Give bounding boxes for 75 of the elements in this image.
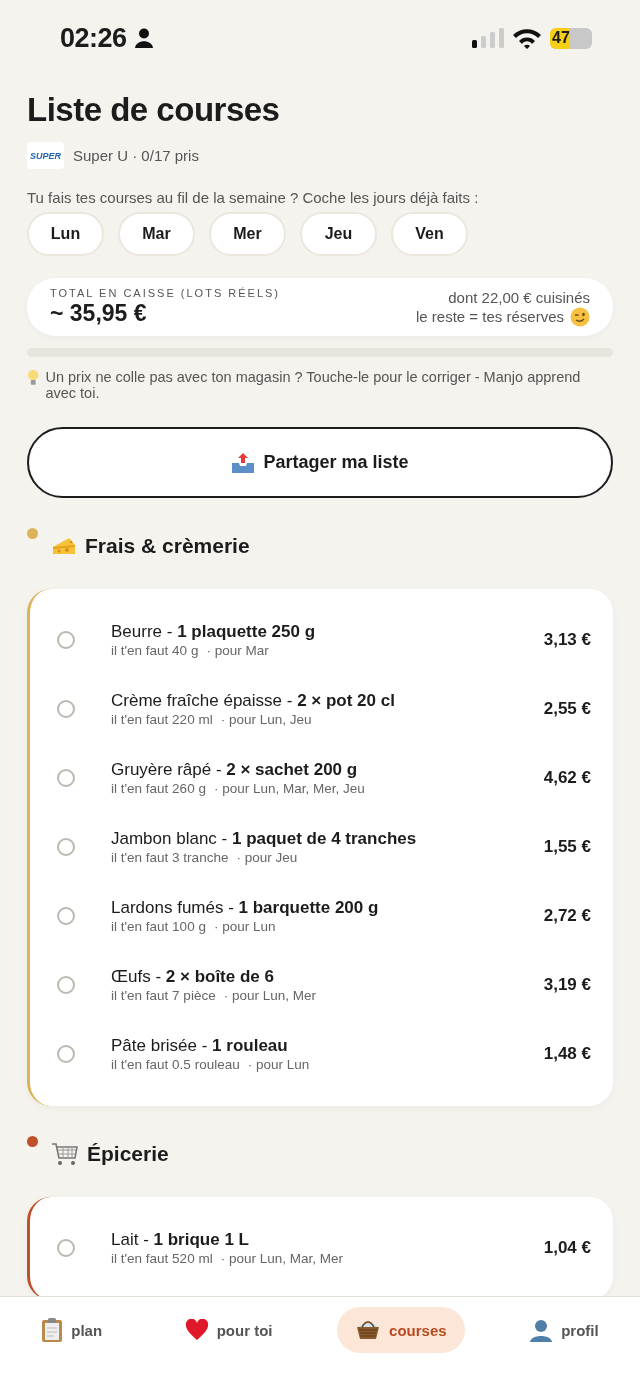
item-price[interactable]: 1,55 € [543,836,591,857]
tip-text: Un prix ne colle pas avec ton magasin ? Touche-le pour le corriger - Manjo apprend avec toi. [45,369,582,401]
store-subtitle: Super U · 0/17 pris [73,147,199,164]
item-price[interactable]: 1,04 € [543,1237,591,1258]
item-price[interactable]: 1,48 € [543,1043,591,1064]
item-price[interactable]: 3,13 € [543,629,591,650]
share-button[interactable]: Partager ma liste [27,427,613,498]
item-need: il t'en faut 3 tranche [111,850,229,865]
item-checkbox[interactable] [57,837,75,856]
store-logo: SUPER [27,142,64,169]
item-checkbox[interactable] [57,1238,75,1257]
item-need: il t'en faut 220 ml [111,712,213,727]
day-chip[interactable]: Jeu [300,212,377,256]
item-name: Œufs - 2 × boîte de 6 [111,966,275,987]
cheese-icon [51,535,77,557]
day-chip[interactable]: Ven [391,212,468,256]
item-need: il t'en faut 0.5 rouleau [111,1057,240,1072]
item-checkbox[interactable] [57,768,75,787]
item-name: Beurre - 1 plaquette 250 g [111,621,317,642]
item-days: · pour Lun, Mer [223,988,316,1003]
item-need: il t'en faut 40 g [111,643,199,658]
item-days: · pour Lun [247,1057,310,1072]
clock: 02:26 [60,22,127,54]
item-days: · pour Mar [206,643,269,658]
item-need: il t'en faut 520 ml [111,1251,213,1266]
nav-tab[interactable]: courses [337,1307,465,1353]
cooked-amount: dont 22,00 € cuisinés [447,287,590,307]
lightbulb-icon [27,369,40,386]
battery-icon: 47 [550,27,592,49]
item-name: Jambon blanc - 1 paquet de 4 tranches [111,828,418,849]
item-name: Lardons fumés - 1 barquette 200 g [111,897,380,918]
wifi-icon [512,27,542,49]
item-price[interactable]: 2,72 € [543,905,591,926]
day-chip[interactable]: Lun [27,212,104,256]
wink-face-icon [570,306,590,327]
item-price[interactable]: 4,62 € [543,767,591,788]
nav-tab[interactable]: pour toi [166,1307,291,1353]
item-checkbox[interactable] [57,906,75,925]
outbox-tray-icon [231,451,256,474]
page-title: Liste de courses [27,90,281,130]
item-price[interactable]: 2,55 € [543,698,591,719]
item-checkbox[interactable] [57,1044,75,1063]
item-checkbox[interactable] [57,699,75,718]
total-label: TOTAL EN CAISSE (LOTS RÉELS) [50,287,280,299]
rest-note: le reste = tes réserves [416,307,564,326]
days-prompt: Tu fais tes courses au fil de la semaine ? Coche les jours déjà faits : [27,189,480,206]
item-checkbox[interactable] [57,630,75,649]
item-price[interactable]: 3,19 € [543,974,591,995]
item-need: il t'en faut 7 pièce [111,988,216,1003]
person-icon [134,28,153,48]
item-days: · pour Jeu [236,850,298,865]
nav-tab[interactable]: profil [511,1307,617,1353]
heart-icon [184,1319,209,1341]
item-days: · pour Lun, Mar, Mer [220,1251,343,1266]
item-days: · pour Lun [213,919,276,934]
day-chip[interactable]: Mer [209,212,286,256]
basket-icon [355,1319,382,1341]
item-name: Crème fraîche épaisse - 2 × pot 20 cl [111,690,396,711]
day-chip[interactable]: Mar [118,212,195,256]
item-name: Lait - 1 brique 1 L [111,1229,250,1250]
cart-icon [51,1141,79,1167]
item-need: il t'en faut 260 g [111,781,206,796]
item-name: Gruyère râpé - 2 × sachet 200 g [111,759,359,780]
section-title: Épicerie [87,1142,169,1166]
signal-icon [472,27,504,49]
clipboard-icon [41,1317,64,1343]
person-icon [529,1318,554,1342]
item-checkbox[interactable] [57,975,75,994]
nav-tab[interactable]: plan [23,1307,121,1353]
item-days: · pour Lun, Mar, Mer, Jeu [213,781,365,796]
item-name: Pâte brisée - 1 rouleau [111,1035,289,1056]
section-title: Frais & crèmerie [85,534,250,558]
item-days: · pour Lun, Jeu [220,712,312,727]
item-need: il t'en faut 100 g [111,919,206,934]
total-amount: ~ 35,95 € [50,300,148,327]
